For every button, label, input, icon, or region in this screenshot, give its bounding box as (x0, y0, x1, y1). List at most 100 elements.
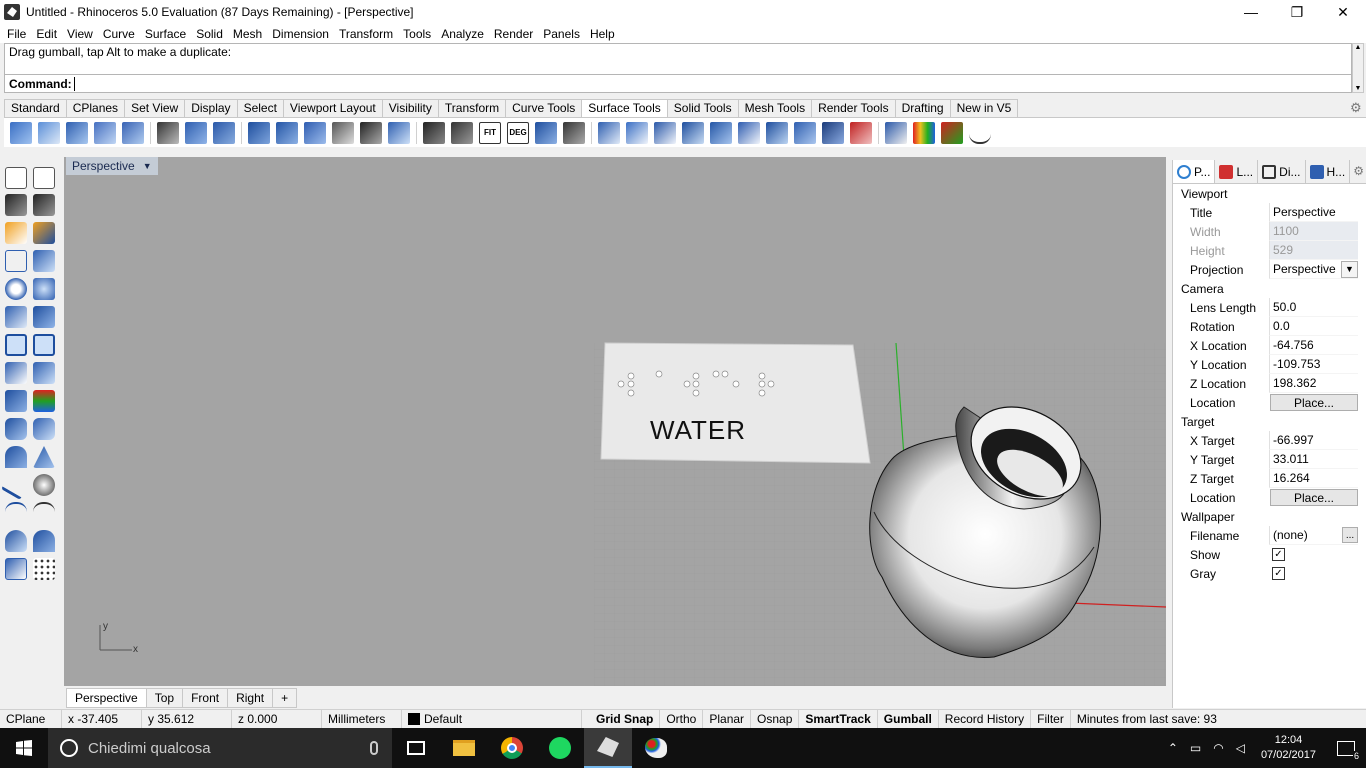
rail-revolve-icon[interactable] (766, 121, 788, 144)
tab-front[interactable]: Front (182, 688, 229, 708)
record-history-toggle[interactable]: Record History (939, 709, 1032, 729)
menu-render[interactable]: Render (489, 27, 538, 41)
grid-dots-icon[interactable] (33, 558, 55, 580)
menu-curve[interactable]: Curve (98, 27, 140, 41)
title-field[interactable]: Perspective (1269, 203, 1358, 222)
target-z-field[interactable]: 16.264 (1269, 469, 1358, 488)
tab-layers[interactable]: L... (1215, 160, 1259, 183)
edge-surface-icon[interactable] (794, 121, 816, 144)
offset-surface-icon[interactable] (332, 121, 354, 144)
osnap-toggle[interactable]: Osnap (751, 709, 800, 729)
camera-place-button[interactable]: Place... (1270, 394, 1358, 411)
chrome-icon[interactable] (488, 728, 536, 768)
arch-icon[interactable] (33, 530, 55, 552)
chevron-up-icon[interactable]: ⌃ (1168, 741, 1178, 755)
clock[interactable]: 12:04 07/02/2017 (1261, 733, 1316, 763)
menu-analyze[interactable]: Analyze (436, 27, 489, 41)
menu-help[interactable]: Help (585, 27, 620, 41)
polyline-icon[interactable] (5, 194, 27, 216)
minimize-button[interactable]: — (1228, 0, 1274, 24)
cylinder-icon[interactable] (33, 418, 55, 440)
blend-surface-icon[interactable] (360, 121, 382, 144)
units-indicator[interactable]: Millimeters (322, 709, 402, 729)
refit-surface-icon[interactable] (451, 121, 473, 144)
scroll-down-icon[interactable]: ▼ (1355, 85, 1362, 92)
chamfer-surface-icon[interactable] (304, 121, 326, 144)
viewport-title[interactable]: Perspective ▼ (66, 157, 158, 175)
surface-corner-icon[interactable] (5, 334, 27, 356)
scroll-up-icon[interactable]: ▲ (1355, 44, 1362, 51)
pipe-icon[interactable] (738, 121, 760, 144)
line-icon[interactable] (33, 194, 55, 216)
current-layer[interactable]: Default (402, 709, 582, 729)
menu-mesh[interactable]: Mesh (228, 27, 267, 41)
task-view-icon[interactable] (392, 728, 440, 768)
point-icon[interactable] (33, 167, 55, 189)
spotify-icon[interactable] (536, 728, 584, 768)
menu-tools[interactable]: Tools (398, 27, 436, 41)
menu-dimension[interactable]: Dimension (267, 27, 334, 41)
box-icon[interactable] (33, 362, 55, 384)
menu-edit[interactable]: Edit (31, 27, 62, 41)
menu-file[interactable]: File (2, 27, 31, 41)
surface-edge-icon[interactable] (33, 334, 55, 356)
menu-surface[interactable]: Surface (140, 27, 191, 41)
tab-set-view[interactable]: Set View (124, 99, 186, 117)
cortana-search[interactable]: Chiedimi qualcosa (48, 728, 392, 768)
menu-panels[interactable]: Panels (538, 27, 585, 41)
tab-surface-tools[interactable]: Surface Tools (581, 99, 668, 117)
windows-start-icon[interactable] (0, 728, 48, 768)
volume-icon[interactable]: ◁ (1236, 741, 1245, 755)
menu-solid[interactable]: Solid (191, 27, 228, 41)
ellipse-icon[interactable] (33, 278, 55, 300)
cone-icon[interactable] (33, 446, 55, 468)
tab-properties[interactable]: P... (1173, 160, 1216, 183)
revolve-solid-icon[interactable] (5, 446, 27, 468)
tab-drafting[interactable]: Drafting (894, 99, 951, 117)
panel-gear-icon[interactable]: ⚙ (1351, 160, 1366, 183)
curve-tool-icon[interactable] (0, 469, 32, 501)
maximize-button[interactable]: ❐ (1274, 0, 1320, 24)
network-surface-icon[interactable] (185, 121, 207, 144)
mesh-icon[interactable] (33, 390, 55, 412)
extrude-curve-icon[interactable] (5, 362, 27, 384)
sweep-icon[interactable] (122, 121, 144, 144)
planar-toggle[interactable]: Planar (703, 709, 752, 729)
rebuild-surface-icon[interactable] (423, 121, 445, 144)
extrude-surface-icon[interactable] (66, 121, 88, 144)
smash-icon[interactable] (563, 121, 585, 144)
filter-toggle[interactable]: Filter (1031, 709, 1071, 729)
arc-2-icon[interactable] (33, 502, 55, 524)
loft-icon[interactable] (94, 121, 116, 144)
menu-view[interactable]: View (62, 27, 98, 41)
tab-display[interactable]: Di... (1258, 160, 1306, 183)
surface-from-points-icon[interactable] (10, 121, 32, 144)
boolean-icon[interactable] (5, 390, 27, 412)
grid-snap-toggle[interactable]: Grid Snap (590, 709, 661, 729)
viewport-config-icon[interactable] (5, 558, 27, 580)
split-surface-icon[interactable] (654, 121, 676, 144)
extend-surface-icon[interactable] (248, 121, 270, 144)
tab-visibility[interactable]: Visibility (381, 99, 439, 117)
tab-display[interactable]: Display (184, 99, 238, 117)
camera-y-field[interactable]: -109.753 (1269, 355, 1358, 374)
polygon-icon[interactable] (33, 250, 55, 272)
shrink-trimmed-surface-icon[interactable] (598, 121, 620, 144)
tab-mesh-tools[interactable]: Mesh Tools (737, 99, 813, 117)
patch-icon[interactable] (213, 121, 235, 144)
camera-z-field[interactable]: 198.362 (1269, 374, 1358, 393)
target-place-button[interactable]: Place... (1270, 489, 1358, 506)
close-button[interactable]: ✕ (1320, 0, 1366, 24)
cylinder-surface-icon[interactable] (710, 121, 732, 144)
tab-top[interactable]: Top (145, 688, 184, 708)
tab-standard[interactable]: Standard (4, 99, 67, 117)
rotation-field[interactable]: 0.0 (1269, 317, 1358, 336)
analysis-zebra-icon[interactable] (913, 121, 935, 144)
tab-new-in-v5[interactable]: New in V5 (949, 99, 1019, 117)
viewport-menu-arrow-icon[interactable]: ▼ (143, 161, 152, 171)
drape-icon[interactable] (822, 121, 844, 144)
cplane-indicator[interactable]: CPlane (0, 709, 62, 729)
battery-icon[interactable]: ▭ (1190, 741, 1201, 755)
water-sign-plate[interactable] (600, 342, 871, 464)
curve-from-points-icon[interactable] (5, 222, 27, 244)
